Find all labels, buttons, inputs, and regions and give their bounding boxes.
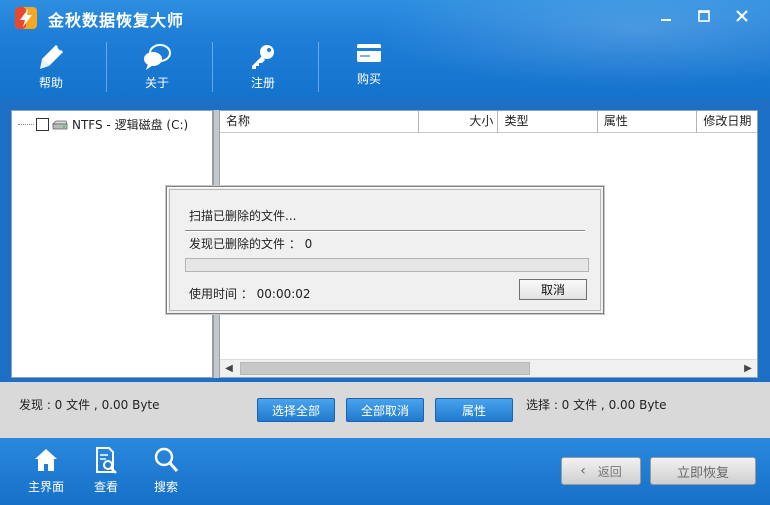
toolbar-about-label: 关于 — [144, 76, 169, 90]
scanning-status-text: 扫描已删除的文件... — [189, 209, 297, 223]
bottom-nav: 主界面 查看 搜索 ‹ 返回 立即恢复 — [0, 438, 770, 505]
toolbar-about-button[interactable]: 关于 — [112, 40, 202, 94]
back-button[interactable]: ‹ 返回 — [561, 457, 641, 485]
nav-search-button[interactable]: 搜索 — [136, 446, 196, 502]
properties-button[interactable]: 属性 — [435, 398, 513, 422]
toolbar-help-button[interactable]: 帮助 — [6, 40, 96, 94]
home-icon — [35, 449, 57, 471]
minimize-button[interactable] — [648, 4, 684, 28]
app-logo-icon — [15, 7, 37, 29]
column-header-modified[interactable]: 修改日期 — [697, 111, 757, 133]
maximize-button[interactable] — [686, 4, 722, 28]
disk-drive-icon — [52, 120, 68, 129]
maximize-icon — [698, 10, 710, 22]
selected-files-status: 选择 : 0 文件 , 0.00 Byte — [526, 398, 667, 412]
search-icon — [154, 447, 179, 472]
toolbar-divider — [106, 42, 107, 92]
found-deleted-count: 发现已删除的文件 ： 0 — [189, 237, 313, 251]
app-title: 金秋数据恢复大师 — [48, 11, 185, 30]
nav-home-label: 主界面 — [27, 480, 64, 494]
nav-view-button[interactable]: 查看 — [76, 446, 136, 502]
found-files-status: 发现 : 0 文件 , 0.00 Byte — [19, 398, 160, 412]
pen-icon — [40, 45, 63, 69]
file-list-header: 名称 大小 类型 属性 修改日期 — [220, 111, 757, 133]
close-icon — [736, 10, 748, 22]
toolbar-buy-button[interactable]: 购买 — [324, 36, 414, 90]
close-button[interactable] — [724, 4, 760, 28]
cancel-scan-button[interactable]: 取消 — [519, 279, 587, 300]
column-header-type[interactable]: 类型 — [498, 111, 598, 133]
scrollbar-thumb[interactable] — [240, 362, 530, 375]
tree-item-checkbox[interactable] — [36, 118, 49, 131]
title-bar: 金秋数据恢复大师 帮助 关于 注册 购买 — [0, 0, 770, 98]
column-header-size[interactable]: 大小 — [419, 111, 499, 133]
toolbar-divider — [318, 42, 319, 92]
recover-now-button[interactable]: 立即恢复 — [650, 457, 756, 485]
deselect-all-button[interactable]: 全部取消 — [346, 398, 424, 422]
chevron-left-icon: ‹ — [580, 463, 586, 479]
minimize-icon — [661, 19, 671, 21]
tree-item-label: NTFS - 逻辑磁盘 (C:) — [72, 118, 189, 132]
chat-bubble-icon — [144, 44, 171, 70]
scroll-right-arrow-icon[interactable]: ▶ — [739, 360, 757, 377]
toolbar-help-label: 帮助 — [38, 76, 63, 90]
scan-progress-dialog: 扫描已删除的文件... 发现已删除的文件 ： 0 使用时间 ： 00:00:02… — [166, 186, 604, 314]
horizontal-scrollbar[interactable]: ◀ ▶ — [220, 359, 757, 377]
key-icon — [252, 45, 274, 69]
tree-item-drive-c[interactable]: NTFS - 逻辑磁盘 (C:) — [18, 116, 188, 133]
back-button-label: 返回 — [597, 464, 622, 479]
status-bar: 发现 : 0 文件 , 0.00 Byte 选择全部 全部取消 属性 选择 : … — [0, 382, 770, 438]
select-all-button[interactable]: 选择全部 — [257, 398, 335, 422]
column-header-attributes[interactable]: 属性 — [598, 111, 698, 133]
dialog-divider — [185, 230, 585, 232]
card-icon — [357, 44, 381, 62]
elapsed-time: 使用时间 ： 00:00:02 — [189, 287, 311, 301]
nav-home-button[interactable]: 主界面 — [16, 446, 76, 502]
scroll-left-arrow-icon[interactable]: ◀ — [220, 360, 238, 377]
document-search-icon — [96, 447, 117, 474]
toolbar-register-button[interactable]: 注册 — [218, 40, 308, 94]
tree-connector — [18, 124, 34, 125]
column-header-name[interactable]: 名称 — [220, 111, 419, 133]
nav-search-label: 搜索 — [153, 480, 178, 494]
toolbar-register-label: 注册 — [250, 76, 275, 90]
toolbar-divider — [212, 42, 213, 92]
toolbar-buy-label: 购买 — [356, 72, 381, 86]
scan-progress-bar — [185, 258, 589, 272]
nav-view-label: 查看 — [93, 480, 118, 494]
